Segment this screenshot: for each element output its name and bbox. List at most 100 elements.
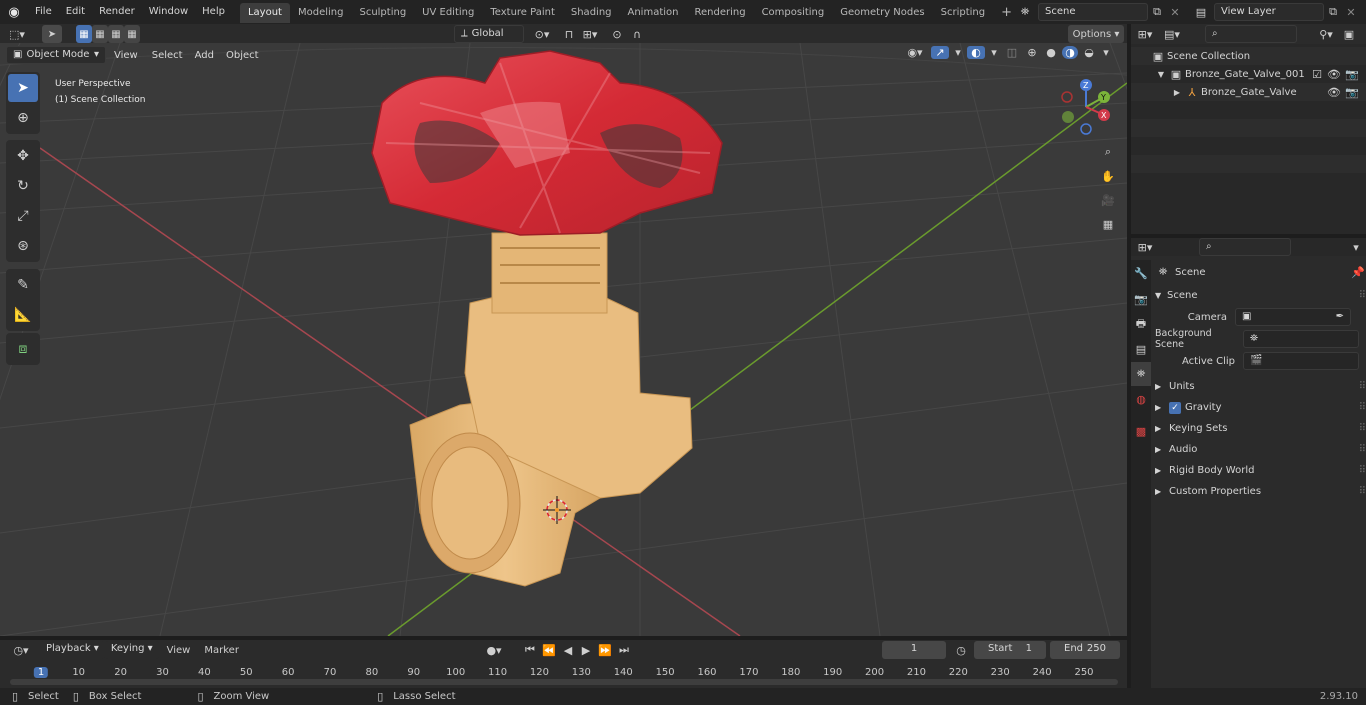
- frame-tick[interactable]: 180: [781, 667, 800, 678]
- tab-animation[interactable]: Animation: [620, 3, 687, 23]
- timeline-editor-icon[interactable]: ◷▾: [6, 644, 36, 657]
- frame-tick[interactable]: 230: [991, 667, 1010, 678]
- snap-target-icon[interactable]: ⊞▾: [578, 28, 602, 41]
- timeline-scrollbar[interactable]: [10, 679, 1118, 685]
- blender-logo-icon[interactable]: ◉: [0, 0, 28, 24]
- expand-arrow-icon[interactable]: ▶: [1171, 88, 1183, 97]
- timeline-menu-view[interactable]: View: [159, 645, 199, 656]
- frame-tick[interactable]: 190: [823, 667, 842, 678]
- frame-tick[interactable]: 130: [572, 667, 591, 678]
- play-icon[interactable]: ▶: [578, 643, 594, 657]
- gizmo-dropdown-icon[interactable]: ▾: [952, 46, 964, 59]
- menu-window[interactable]: Window: [142, 0, 195, 24]
- falloff-icon[interactable]: ∩: [626, 28, 648, 41]
- zoom-view-icon[interactable]: ⌕: [1097, 140, 1119, 164]
- render-tab-icon[interactable]: 📷: [1131, 286, 1151, 312]
- frame-tick[interactable]: 20: [114, 667, 127, 678]
- tab-layout[interactable]: Layout: [239, 3, 290, 23]
- frame-tick[interactable]: 200: [865, 667, 884, 678]
- frame-tick[interactable]: 30: [156, 667, 169, 678]
- tab-uv-editing[interactable]: UV Editing: [414, 3, 482, 23]
- section-audio[interactable]: ▶ Audio ⠿: [1155, 439, 1366, 460]
- tab-rendering[interactable]: Rendering: [686, 3, 753, 23]
- transform-orientation-dropdown[interactable]: ⟂ Global: [454, 25, 524, 43]
- gizmo-toggle-icon[interactable]: ↗: [931, 46, 949, 59]
- play-reverse-icon[interactable]: ◀: [560, 643, 576, 657]
- frame-tick[interactable]: 100: [446, 667, 465, 678]
- camera-field[interactable]: ▣ ✒: [1235, 308, 1351, 326]
- overlays-dropdown-icon[interactable]: ▾: [988, 46, 1000, 59]
- prev-keyframe-icon[interactable]: ⏪: [540, 643, 558, 657]
- drag-handle-icon[interactable]: ⠿: [1359, 423, 1366, 434]
- view-layer-tab-icon[interactable]: ▤: [1131, 336, 1151, 362]
- menu-file[interactable]: File: [28, 0, 59, 24]
- select-tool-button[interactable]: ➤: [42, 25, 62, 43]
- 3d-viewport[interactable]: ▣ Object Mode ▾ View Select Add Object ◉…: [0, 43, 1127, 636]
- xray-toggle-icon[interactable]: ◫: [1003, 46, 1021, 59]
- drag-handle-icon[interactable]: ⠿: [1359, 444, 1366, 455]
- frame-tick[interactable]: 140: [614, 667, 633, 678]
- menu-object[interactable]: Object: [220, 50, 265, 61]
- start-frame-field[interactable]: Start 1: [974, 641, 1046, 659]
- gravity-checkbox[interactable]: ✓: [1169, 401, 1181, 414]
- frame-tick[interactable]: 110: [488, 667, 507, 678]
- material-shading-icon[interactable]: ◑: [1062, 46, 1078, 59]
- visibility-icon[interactable]: ◉▾: [902, 46, 928, 59]
- frame-tick[interactable]: 90: [407, 667, 420, 678]
- select-new-icon[interactable]: ▦: [76, 25, 92, 43]
- checkbox-icon[interactable]: ☑: [1311, 68, 1323, 81]
- menu-add[interactable]: Add: [189, 50, 220, 61]
- navigation-gizmo[interactable]: Z Y X: [1056, 75, 1126, 137]
- frame-tick[interactable]: 250: [1074, 667, 1093, 678]
- background-scene-field[interactable]: ⛯: [1243, 330, 1359, 348]
- section-custom-properties[interactable]: ▶ Custom Properties ⠿: [1155, 481, 1366, 502]
- menu-render[interactable]: Render: [92, 0, 142, 24]
- scene-tab-icon[interactable]: ⛯: [1131, 362, 1151, 386]
- view-layer-field[interactable]: View Layer: [1214, 3, 1324, 21]
- properties-options-icon[interactable]: ▾: [1346, 241, 1366, 254]
- section-keying-sets[interactable]: ▶ Keying Sets ⠿: [1155, 418, 1366, 439]
- scale-tool-icon[interactable]: ⤢: [8, 202, 38, 230]
- viewport-scene[interactable]: [0, 43, 1127, 636]
- scene-panel-header[interactable]: ▼ Scene ⠿: [1155, 284, 1366, 306]
- select-extend-icon[interactable]: ▦: [92, 25, 108, 43]
- properties-search-input[interactable]: ⌕: [1199, 238, 1291, 256]
- frame-tick[interactable]: 240: [1033, 667, 1052, 678]
- drag-handle-icon[interactable]: ⠿: [1359, 290, 1366, 301]
- outliner-row-collection[interactable]: ▼ ▣ Bronze_Gate_Valve_001 ☑ 👁 📷: [1131, 65, 1366, 83]
- outliner-row-scene-collection[interactable]: ▣ Scene Collection: [1131, 47, 1366, 65]
- scene-name-field[interactable]: Scene: [1038, 3, 1148, 21]
- world-tab-icon[interactable]: ◍: [1131, 386, 1151, 412]
- outliner-search-input[interactable]: ⌕: [1205, 25, 1297, 43]
- end-frame-field[interactable]: End 250: [1050, 641, 1120, 659]
- section-gravity[interactable]: ▶ ✓ Gravity ⠿: [1155, 397, 1366, 418]
- section-units[interactable]: ▶ Units ⠿: [1155, 376, 1366, 397]
- tab-scripting[interactable]: Scripting: [933, 3, 993, 23]
- outliner-editor-icon[interactable]: ⊞▾: [1131, 28, 1159, 41]
- options-button[interactable]: Options ▾: [1068, 25, 1124, 43]
- select-subtract-icon[interactable]: ▦: [108, 25, 124, 43]
- tool-tab-icon[interactable]: 🔧: [1131, 260, 1151, 286]
- camera-view-icon[interactable]: 🎥: [1097, 188, 1119, 212]
- view-layer-icon[interactable]: ▤: [1188, 6, 1214, 19]
- jump-start-icon[interactable]: ⏮: [522, 643, 538, 657]
- select-box-tool-icon[interactable]: ➤: [8, 74, 38, 102]
- tab-sculpting[interactable]: Sculpting: [351, 3, 414, 23]
- camera-render-icon[interactable]: 📷: [1345, 86, 1359, 99]
- drag-handle-icon[interactable]: ⠿: [1359, 465, 1366, 476]
- drag-handle-icon[interactable]: ⠿: [1359, 381, 1366, 392]
- jump-end-icon[interactable]: ⏭: [616, 643, 632, 657]
- tab-shading[interactable]: Shading: [563, 3, 620, 23]
- copy-scene-icon[interactable]: ⧉: [1148, 5, 1166, 19]
- current-frame-field[interactable]: 1: [882, 641, 946, 659]
- perspective-toggle-icon[interactable]: ▦: [1097, 212, 1119, 236]
- clock-icon[interactable]: ◷: [952, 644, 970, 657]
- properties-editor-icon[interactable]: ⊞▾: [1131, 241, 1159, 254]
- tab-modeling[interactable]: Modeling: [290, 3, 352, 23]
- tab-texture-paint[interactable]: Texture Paint: [482, 3, 563, 23]
- menu-help[interactable]: Help: [195, 0, 232, 24]
- outliner-row-object[interactable]: ▶ ⅄ Bronze_Gate_Valve 👁 📷: [1131, 83, 1366, 101]
- active-clip-field[interactable]: 🎬: [1243, 352, 1359, 370]
- solid-shading-icon[interactable]: ●: [1043, 46, 1059, 59]
- drag-handle-icon[interactable]: ⠿: [1359, 486, 1366, 497]
